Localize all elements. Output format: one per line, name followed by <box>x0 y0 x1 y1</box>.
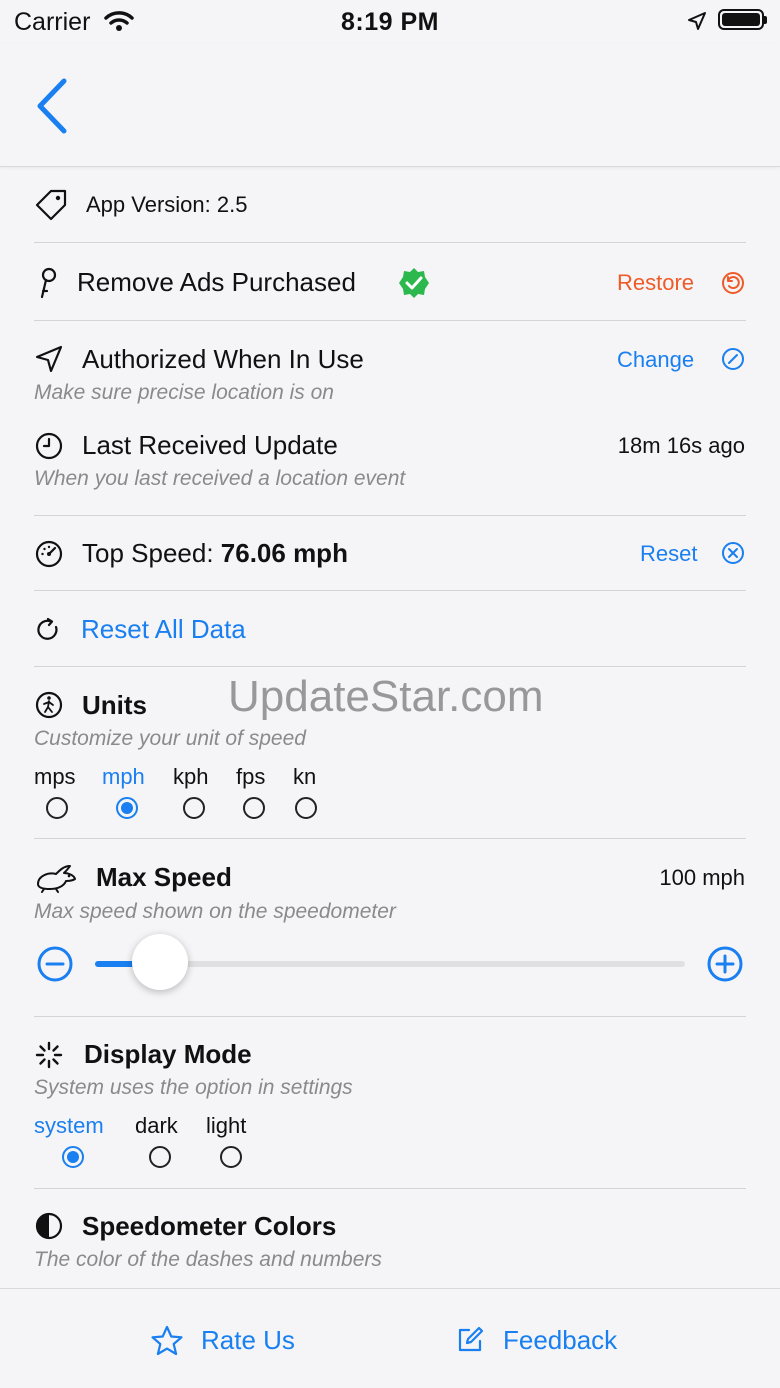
radio-dark[interactable] <box>149 1146 171 1168</box>
unit-option-kph[interactable]: kph <box>173 764 208 790</box>
feedback-button[interactable]: Feedback <box>503 1325 617 1356</box>
last-update-value: 18m 16s ago <box>617 433 745 458</box>
clock: 8:19 PM <box>341 8 439 36</box>
slider-thumb[interactable] <box>132 934 188 990</box>
unit-option-mps[interactable]: mps <box>34 764 76 790</box>
speedometer-colors-label: Speedometer Colors <box>82 1211 337 1241</box>
verified-badge-icon <box>399 268 429 298</box>
restore-button[interactable]: Restore <box>617 270 694 296</box>
location-arrow-icon <box>35 345 63 373</box>
divider <box>34 838 746 839</box>
rate-us-button[interactable]: Rate Us <box>201 1325 295 1356</box>
divider <box>34 1188 746 1189</box>
authorization-subtitle: Make sure precise location is on <box>34 381 334 404</box>
top-speed-label: Top Speed: <box>82 538 221 568</box>
radio-mph[interactable] <box>116 797 138 819</box>
divider <box>34 515 746 516</box>
units-label: Units <box>82 690 147 720</box>
last-update-label: Last Received Update <box>82 430 338 460</box>
location-arrow-icon <box>688 12 706 30</box>
remove-ads-label: Remove Ads Purchased <box>77 267 356 297</box>
units-subtitle: Customize your unit of speed <box>34 727 306 750</box>
key-icon <box>40 267 57 299</box>
last-update-subtitle: When you last received a location event <box>34 467 406 490</box>
display-option-light[interactable]: light <box>206 1113 246 1139</box>
rabbit-icon <box>37 865 76 893</box>
tag-icon <box>35 189 67 221</box>
star-icon[interactable] <box>150 1325 184 1357</box>
spinner-icon <box>35 1041 63 1069</box>
compose-icon[interactable] <box>455 1325 485 1355</box>
navigation-bar <box>0 44 780 167</box>
radio-kn[interactable] <box>295 797 317 819</box>
contrast-icon <box>35 1212 63 1240</box>
divider <box>34 666 746 667</box>
unit-option-kn[interactable]: kn <box>293 764 316 790</box>
display-option-system[interactable]: system <box>34 1113 104 1139</box>
clock-icon <box>35 432 63 460</box>
divider <box>34 590 746 591</box>
radio-kph[interactable] <box>183 797 205 819</box>
display-option-dark[interactable]: dark <box>135 1113 178 1139</box>
divider <box>34 242 746 243</box>
display-mode-label: Display Mode <box>84 1039 252 1069</box>
max-speed-label: Max Speed <box>96 862 232 892</box>
restore-icon[interactable] <box>721 271 745 295</box>
reset-all-data-button[interactable]: Reset All Data <box>81 614 246 645</box>
slash-circle-icon[interactable] <box>721 347 745 371</box>
top-speed-value: 76.06 mph <box>220 538 348 568</box>
max-speed-subtitle: Max speed shown on the speedometer <box>34 900 396 923</box>
battery-icon <box>718 9 767 30</box>
speedometer-colors-subtitle: The color of the dashes and numbers <box>34 1248 382 1271</box>
minus-circle-icon[interactable] <box>36 945 74 983</box>
change-button[interactable]: Change <box>617 347 694 373</box>
unit-option-mph[interactable]: mph <box>102 764 145 790</box>
top-speed-text: Top Speed: 76.06 mph <box>82 538 348 569</box>
watermark: UpdateStar.com <box>228 672 544 721</box>
reset-top-speed-button[interactable]: Reset <box>640 541 697 567</box>
walking-figure-icon <box>35 691 63 719</box>
authorization-label: Authorized When In Use <box>82 344 364 374</box>
refresh-icon <box>37 617 58 640</box>
display-mode-subtitle: System uses the option in settings <box>34 1076 353 1099</box>
divider <box>34 1016 746 1017</box>
radio-mps[interactable] <box>46 797 68 819</box>
status-bar: Carrier 8:19 PM <box>0 0 780 44</box>
radio-fps[interactable] <box>243 797 265 819</box>
radio-light[interactable] <box>220 1146 242 1168</box>
plus-circle-icon[interactable] <box>706 945 744 983</box>
max-speed-value: 100 mph <box>659 865 745 890</box>
divider <box>34 320 746 321</box>
radio-system[interactable] <box>62 1146 84 1168</box>
app-version-label: App Version: 2.5 <box>86 192 248 217</box>
unit-option-fps[interactable]: fps <box>236 764 265 790</box>
speedometer-icon <box>35 540 63 568</box>
x-circle-icon[interactable] <box>721 541 745 565</box>
bottom-tab-bar: Rate Us Feedback <box>0 1288 780 1388</box>
back-chevron-icon[interactable] <box>30 76 78 136</box>
